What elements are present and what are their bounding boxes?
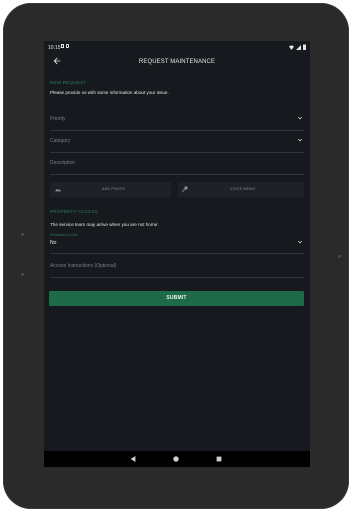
property-access-heading: PROPERTY ACCESS <box>50 209 99 214</box>
chevron-down-icon[interactable] <box>296 136 304 144</box>
battery-icon <box>303 44 306 50</box>
page-title: REQUEST MAINTENANCE <box>138 59 216 65</box>
side-sensor <box>21 233 24 236</box>
new-request-heading: NEW REQUEST <box>50 80 87 85</box>
nav-home-icon[interactable] <box>173 456 179 462</box>
chevron-down-icon[interactable] <box>296 114 304 122</box>
app-screen: 10:15 REQUEST MAINTENANCE NEW REQUEST Pl… <box>44 41 310 467</box>
category-select[interactable]: Category <box>50 131 304 153</box>
add-photo-button[interactable]: ADD PHOTO <box>50 182 171 197</box>
status-time: 10:15 <box>48 45 61 51</box>
access-instructions-placeholder: Access Instructions (Optional) <box>50 263 117 269</box>
description-input[interactable]: Description <box>50 153 304 175</box>
priority-placeholder: Priority <box>50 116 66 122</box>
app-toolbar: REQUEST MAINTENANCE <box>44 53 310 71</box>
nav-recents-icon[interactable] <box>216 456 222 462</box>
permission-label: Permission to Enter <box>50 233 78 237</box>
status-bar: 10:15 <box>44 41 310 53</box>
shield-icon <box>66 44 69 48</box>
side-sensor <box>21 273 24 276</box>
submit-button[interactable]: SUBMIT <box>49 291 304 306</box>
access-instructions-input[interactable]: Access Instructions (Optional) <box>50 256 304 278</box>
intro-text: Please provide us with some information … <box>50 90 169 95</box>
permission-value: No <box>50 240 57 246</box>
chevron-down-icon[interactable] <box>296 238 304 246</box>
permission-to-enter-select[interactable] <box>50 230 304 254</box>
front-camera <box>338 255 341 258</box>
wifi-icon <box>289 45 294 50</box>
voice-memo-label: VOICE MEMO <box>230 187 256 191</box>
add-photo-label: ADD PHOTO <box>102 187 126 191</box>
navigation-bar <box>44 451 310 467</box>
voice-memo-button[interactable]: VOICE MEMO <box>178 182 304 197</box>
sim-icon <box>61 44 64 48</box>
description-placeholder: Description <box>50 160 76 166</box>
image-icon <box>55 188 61 192</box>
access-note: The service team may arrive when you are… <box>50 222 159 227</box>
microphone-icon <box>181 186 188 193</box>
signal-icon <box>296 44 301 50</box>
category-placeholder: Category <box>50 138 71 144</box>
priority-select[interactable]: Priority <box>50 109 304 131</box>
nav-back-icon[interactable] <box>130 456 136 462</box>
